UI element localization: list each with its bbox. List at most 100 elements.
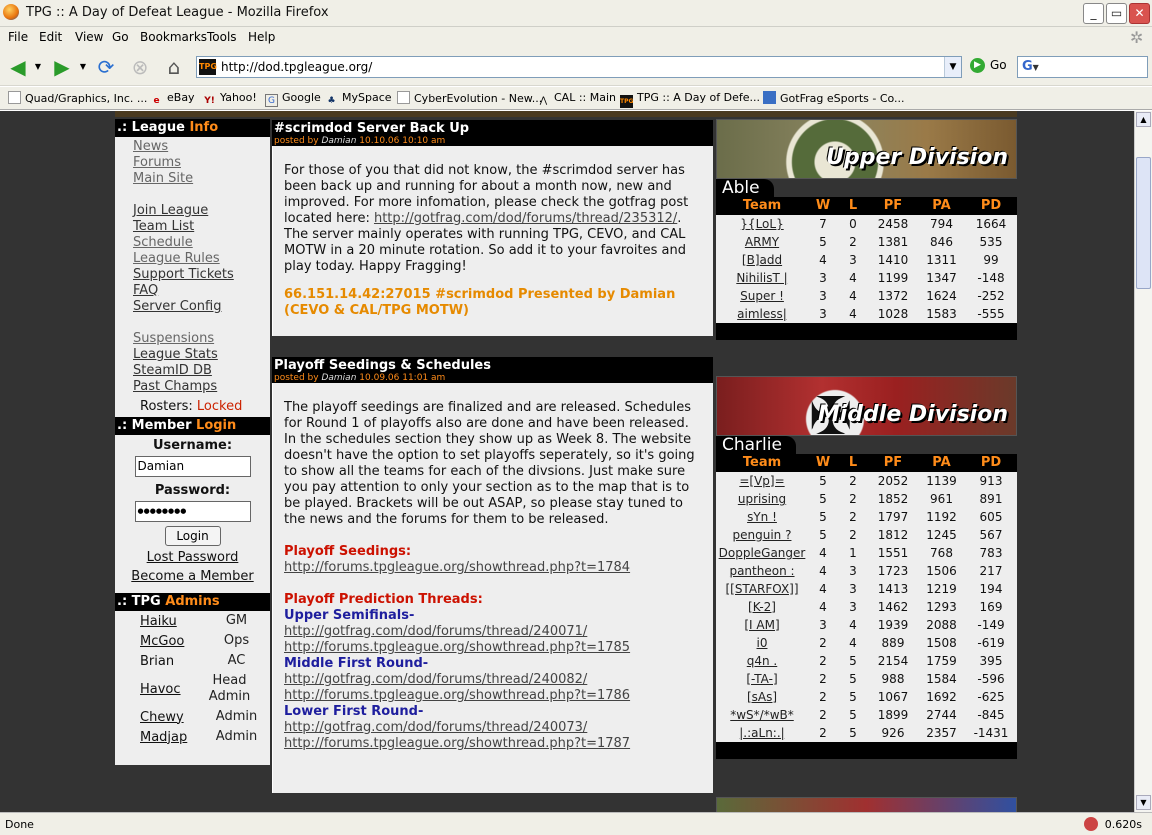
team-name[interactable]: }{LoL}	[716, 215, 808, 233]
menu-file[interactable]: File	[8, 30, 28, 44]
admin-name[interactable]: Havoc	[115, 671, 203, 707]
standings-header-row: Team W L PF PA PD	[716, 197, 1017, 215]
site-favicon-icon: TPG	[199, 59, 217, 75]
nav-main-site[interactable]: Main Site	[133, 171, 270, 187]
back-dropdown-icon[interactable]: ▼	[32, 55, 44, 79]
nav-past-champs[interactable]: Past Champs	[133, 379, 270, 395]
scroll-thumb[interactable]	[1136, 157, 1151, 289]
stop-icon[interactable]: ⊗	[126, 55, 154, 79]
forward-icon[interactable]: ▶	[48, 55, 76, 79]
address-bar[interactable]: TPG http://dod.tpgleague.org/ ▼	[196, 56, 962, 78]
team-name[interactable]: [K-2]	[716, 598, 808, 616]
team-name[interactable]: sYn !	[716, 508, 808, 526]
bookmark-yahoo[interactable]: Y! Yahoo!	[203, 91, 257, 108]
nav-join-league[interactable]: Join League	[133, 203, 270, 219]
team-name[interactable]: =[Vp]=	[716, 472, 808, 490]
team-name[interactable]: Super !	[716, 287, 808, 305]
back-icon[interactable]: ◀	[4, 55, 32, 79]
post-author[interactable]: Damian	[321, 373, 356, 383]
bookmark-gotfrag[interactable]: GotFrag eSports - Co...	[763, 91, 905, 105]
post-body: The playoff seedings are finalized and a…	[272, 383, 713, 793]
nav-forums[interactable]: Forums	[133, 155, 270, 171]
bookmark-cal[interactable]: ⋀ CAL :: Main	[537, 91, 616, 108]
nav-steamid-db[interactable]: SteamID DB	[133, 363, 270, 379]
menu-edit[interactable]: Edit	[39, 30, 62, 44]
maximize-button[interactable]: ▭	[1106, 3, 1127, 24]
nav-team-list[interactable]: Team List	[133, 219, 270, 235]
bookmark-quadgraphics[interactable]: Quad/Graphics, Inc. ...	[8, 91, 147, 105]
search-input[interactable]: G▼	[1017, 56, 1148, 78]
menu-view[interactable]: View	[75, 30, 103, 44]
nav-league-rules[interactable]: League Rules	[133, 251, 270, 267]
bookmark-cyberevolution[interactable]: CyberEvolution - New...	[397, 91, 542, 105]
minimize-button[interactable]: _	[1083, 3, 1104, 24]
nav-suspensions[interactable]: Suspensions	[133, 331, 270, 347]
status-text: Done	[5, 818, 34, 831]
team-stat: 2458	[877, 217, 909, 231]
prediction-link[interactable]: http://forums.tpgleague.org/showthread.p…	[284, 736, 701, 752]
team-stat: 2088	[926, 618, 957, 632]
team-name[interactable]: *wS*/*wB*	[716, 706, 808, 724]
bookmark-google[interactable]: G Google	[265, 91, 321, 107]
nav-league-stats[interactable]: League Stats	[133, 347, 270, 363]
nav-support-tickets[interactable]: Support Tickets	[133, 267, 270, 283]
password-input[interactable]: ●●●●●●●●	[134, 501, 251, 522]
team-name[interactable]: [sAs]	[716, 688, 808, 706]
team-stat: 3	[819, 618, 827, 632]
seedings-link[interactable]: http://forums.tpgleague.org/showthread.p…	[284, 560, 701, 576]
forward-dropdown-icon[interactable]: ▼	[77, 55, 89, 79]
username-input[interactable]: Damian	[134, 456, 251, 477]
team-name[interactable]: [[STARFOX]]	[716, 580, 808, 598]
admin-name[interactable]: Madjap	[115, 727, 203, 747]
prediction-link[interactable]: http://gotfrag.com/dod/forums/thread/240…	[284, 720, 701, 736]
team-name[interactable]: i0	[716, 634, 808, 652]
team-name[interactable]: [I AM]	[716, 616, 808, 634]
team-name[interactable]: uprising	[716, 490, 808, 508]
bookmark-myspace[interactable]: ♣ MySpace	[325, 91, 391, 108]
bookmark-tpg[interactable]: TPG TPG :: A Day of Defe...	[620, 91, 760, 108]
admin-name[interactable]: Chewy	[115, 707, 203, 727]
home-icon[interactable]: ⌂	[160, 55, 188, 79]
menu-bookmarks[interactable]: Bookmarks	[140, 30, 207, 44]
gotfrag-thread-link[interactable]: http://gotfrag.com/dod/forums/thread/235…	[374, 211, 677, 226]
become-member-link[interactable]: Become a Member	[115, 567, 270, 586]
prediction-link[interactable]: http://gotfrag.com/dod/forums/thread/240…	[284, 672, 701, 688]
team-name[interactable]: |.:aLn:.|	[716, 724, 808, 742]
close-button[interactable]: ✕	[1129, 3, 1150, 24]
go-button[interactable]: ▶ Go	[970, 58, 1007, 73]
post-author[interactable]: Damian	[321, 136, 356, 146]
search-engine-dropdown-icon[interactable]: ▼	[1033, 63, 1039, 72]
team-name[interactable]: NihilisT |	[716, 269, 808, 287]
team-name[interactable]: [B]add	[716, 251, 808, 269]
menu-go[interactable]: Go	[112, 30, 129, 44]
team-name[interactable]: [-TA-]	[716, 670, 808, 688]
nav-faq[interactable]: FAQ	[133, 283, 270, 299]
nav-news[interactable]: News	[133, 139, 270, 155]
address-dropdown-icon[interactable]: ▼	[944, 57, 961, 77]
admin-name[interactable]: McGoo	[115, 631, 203, 651]
team-name[interactable]: DoppleGanger	[716, 544, 808, 562]
team-name[interactable]: ARMY	[716, 233, 808, 251]
prediction-link[interactable]: http://gotfrag.com/dod/forums/thread/240…	[284, 624, 701, 640]
prediction-link[interactable]: http://forums.tpgleague.org/showthread.p…	[284, 640, 701, 656]
team-name[interactable]: aimless|	[716, 305, 808, 323]
nav-server-config[interactable]: Server Config	[133, 299, 270, 315]
menu-help[interactable]: Help	[248, 30, 275, 44]
address-url[interactable]: http://dod.tpgleague.org/	[221, 60, 372, 74]
prediction-link[interactable]: http://forums.tpgleague.org/showthread.p…	[284, 688, 701, 704]
vertical-scrollbar[interactable]: ▲ ▼	[1134, 111, 1152, 812]
nav-schedule[interactable]: Schedule	[133, 235, 270, 251]
scroll-down-icon[interactable]: ▼	[1136, 795, 1151, 810]
team-name[interactable]: pantheon :	[716, 562, 808, 580]
login-button[interactable]: Login	[164, 526, 221, 546]
bookmark-ebay[interactable]: e eBay	[150, 91, 194, 108]
menu-tools[interactable]: Tools	[207, 30, 237, 44]
admin-name[interactable]: Haiku	[115, 611, 203, 631]
team-name[interactable]: q4n .	[716, 652, 808, 670]
lost-password-link[interactable]: Lost Password	[115, 548, 270, 567]
team-stat: 4	[819, 600, 827, 614]
reload-icon[interactable]: ⟳	[92, 55, 120, 79]
team-stat: -1431	[973, 726, 1009, 740]
team-name[interactable]: penguin ?	[716, 526, 808, 544]
scroll-up-icon[interactable]: ▲	[1136, 112, 1151, 127]
